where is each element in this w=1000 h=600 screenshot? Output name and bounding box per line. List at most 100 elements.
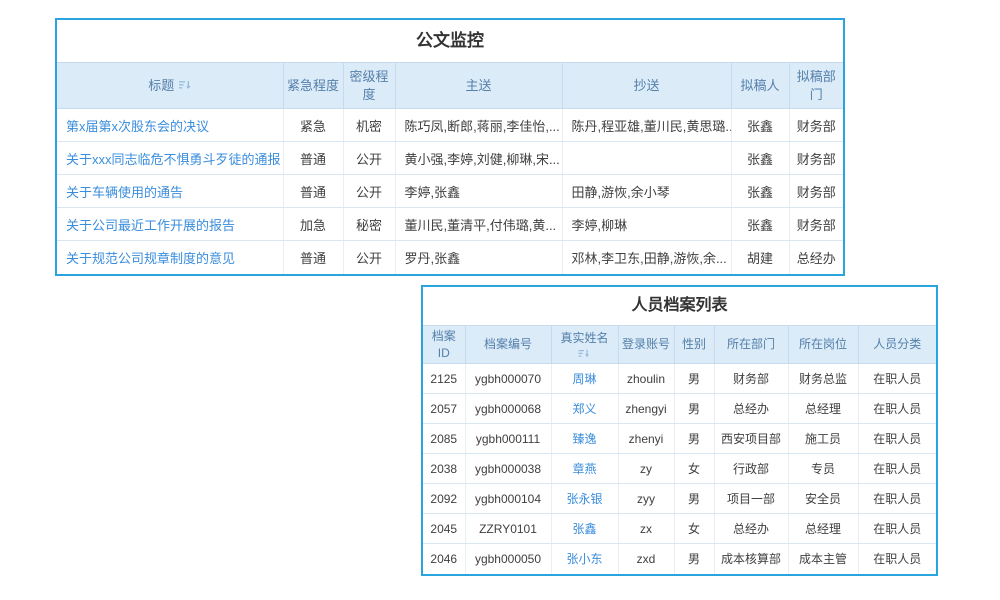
real-name-link[interactable]: 张鑫	[572, 522, 596, 536]
col-header-doc-title[interactable]: 标题	[57, 63, 283, 109]
gender-cell-container: 女	[674, 454, 714, 484]
col-header-drafter: 拟稿人	[731, 63, 789, 109]
real-name-link[interactable]: 章燕	[572, 462, 596, 476]
sort-icon[interactable]	[179, 79, 191, 91]
personnel-header-row: 档案ID 档案编号 真实姓名 登录账号 性别	[423, 326, 936, 364]
cc-cell-container: 陈丹,程亚雄,董川民,黄思璐...	[562, 109, 731, 142]
table-row: 2038ygbh000038章燕zy女行政部专员在职人员	[423, 454, 936, 484]
doc-monitor-panel: 公文监控 标题	[55, 18, 845, 276]
cc-cell-container: 邓林,李卫东,田静,游恢,余...	[562, 241, 731, 274]
col-header-main-send: 主送	[395, 63, 562, 109]
doc-title-link[interactable]: 关于xxx同志临危不惧勇斗歹徒的通报	[66, 152, 281, 167]
doc-title-link-container: 关于公司最近工作开展的报告	[57, 208, 283, 241]
drafter-cell-container: 张鑫	[731, 208, 789, 241]
draft-dept-cell-container: 总经办	[789, 241, 843, 274]
urgency-cell-container: 普通	[283, 241, 343, 274]
archive-code-cell-container: ZZRY0101	[465, 514, 551, 544]
archive-code-cell-container: ygbh000068	[465, 394, 551, 424]
col-header-real-name[interactable]: 真实姓名	[551, 326, 618, 364]
main-send-cell-container: 黄小强,李婷,刘健,柳琳,宋...	[395, 142, 562, 175]
table-row: 2125ygbh000070周琳zhoulin男财务部财务总监在职人员	[423, 364, 936, 394]
archive-code-cell-container: ygbh000050	[465, 544, 551, 574]
department-cell-container: 总经办	[714, 514, 788, 544]
post-cell-container: 总经理	[788, 394, 858, 424]
doc-title-link-container: 关于xxx同志临危不惧勇斗歹徒的通报	[57, 142, 283, 175]
post-cell-container: 安全员	[788, 484, 858, 514]
category-cell-container: 在职人员	[858, 394, 936, 424]
sort-icon[interactable]	[578, 348, 590, 359]
doc-monitor-title: 公文监控	[57, 20, 843, 62]
post-cell-container: 成本主管	[788, 544, 858, 574]
drafter-cell-container: 张鑫	[731, 142, 789, 175]
col-header-gender: 性别	[674, 326, 714, 364]
doc-title-link-container: 第x届第x次股东会的决议	[57, 109, 283, 142]
cc-cell-container: 田静,游恢,余小琴	[562, 175, 731, 208]
table-row: 2046ygbh000050张小东zxd男成本核算部成本主管在职人员	[423, 544, 936, 574]
post-cell-container: 总经理	[788, 514, 858, 544]
category-cell-container: 在职人员	[858, 484, 936, 514]
col-header-archive-code: 档案编号	[465, 326, 551, 364]
table-row: 关于规范公司规章制度的意见普通公开罗丹,张鑫邓林,李卫东,田静,游恢,余...胡…	[57, 241, 843, 274]
category-cell-container: 在职人员	[858, 544, 936, 574]
doc-monitor-table: 标题 紧急程度 密级程度 主送 抄送 拟稿人 拟稿部门	[57, 62, 843, 274]
archive-code-cell-container: ygbh000111	[465, 424, 551, 454]
main-send-cell-container: 李婷,张鑫	[395, 175, 562, 208]
personnel-archive-title: 人员档案列表	[423, 287, 936, 325]
gender-cell-container: 男	[674, 544, 714, 574]
department-cell-container: 财务部	[714, 364, 788, 394]
real-name-link[interactable]: 张小东	[566, 552, 602, 566]
gender-cell-container: 女	[674, 514, 714, 544]
col-header-real-name-label: 真实姓名	[560, 330, 608, 346]
table-row: 2045ZZRY0101张鑫zx女总经办总经理在职人员	[423, 514, 936, 544]
urgency-cell-container: 紧急	[283, 109, 343, 142]
draft-dept-cell-container: 财务部	[789, 142, 843, 175]
real-name-link-container: 郑义	[551, 394, 618, 424]
gender-cell-container: 男	[674, 424, 714, 454]
col-header-post: 所在岗位	[788, 326, 858, 364]
gender-cell-container: 男	[674, 484, 714, 514]
personnel-table-body: 2125ygbh000070周琳zhoulin男财务部财务总监在职人员2057y…	[423, 364, 936, 574]
department-cell-container: 西安项目部	[714, 424, 788, 454]
login-account-cell-container: zx	[618, 514, 674, 544]
doc-title-link[interactable]: 关于规范公司规章制度的意见	[66, 251, 235, 266]
gender-cell-container: 男	[674, 394, 714, 424]
doc-title-link[interactable]: 第x届第x次股东会的决议	[66, 119, 209, 134]
real-name-link[interactable]: 周琳	[572, 372, 596, 386]
real-name-link[interactable]: 臻逸	[572, 432, 596, 446]
category-cell-container: 在职人员	[858, 424, 936, 454]
col-header-doc-title-label: 标题	[148, 77, 174, 95]
table-row: 2092ygbh000104张永银zyy男项目一部安全员在职人员	[423, 484, 936, 514]
secrecy-cell-container: 秘密	[343, 208, 395, 241]
real-name-link-container: 张鑫	[551, 514, 618, 544]
main-send-cell-container: 罗丹,张鑫	[395, 241, 562, 274]
gender-cell-container: 男	[674, 364, 714, 394]
col-header-department: 所在部门	[714, 326, 788, 364]
table-row: 关于车辆使用的通告普通公开李婷,张鑫田静,游恢,余小琴张鑫财务部	[57, 175, 843, 208]
col-header-cc: 抄送	[562, 63, 731, 109]
secrecy-cell-container: 机密	[343, 109, 395, 142]
post-cell-container: 施工员	[788, 424, 858, 454]
real-name-link[interactable]: 张永银	[566, 492, 602, 506]
cc-cell-container: 李婷,柳琳	[562, 208, 731, 241]
archive-id-cell-container: 2125	[423, 364, 465, 394]
col-header-login-account: 登录账号	[618, 326, 674, 364]
department-cell-container: 行政部	[714, 454, 788, 484]
real-name-link[interactable]: 郑义	[572, 402, 596, 416]
archive-id-cell-container: 2045	[423, 514, 465, 544]
post-cell-container: 专员	[788, 454, 858, 484]
doc-title-link[interactable]: 关于车辆使用的通告	[66, 185, 183, 200]
col-header-urgency: 紧急程度	[283, 63, 343, 109]
login-account-cell-container: zhoulin	[618, 364, 674, 394]
login-account-cell-container: zy	[618, 454, 674, 484]
department-cell-container: 总经办	[714, 394, 788, 424]
personnel-archive-panel: 人员档案列表 档案ID 档案编号 真实姓名	[421, 285, 938, 576]
archive-id-cell-container: 2057	[423, 394, 465, 424]
main-send-cell-container: 董川民,董清平,付伟璐,黄...	[395, 208, 562, 241]
col-header-archive-id: 档案ID	[423, 326, 465, 364]
drafter-cell-container: 张鑫	[731, 175, 789, 208]
doc-title-link-container: 关于规范公司规章制度的意见	[57, 241, 283, 274]
doc-title-link[interactable]: 关于公司最近工作开展的报告	[66, 218, 235, 233]
draft-dept-cell-container: 财务部	[789, 208, 843, 241]
col-header-draft-dept: 拟稿部门	[789, 63, 843, 109]
category-cell-container: 在职人员	[858, 364, 936, 394]
